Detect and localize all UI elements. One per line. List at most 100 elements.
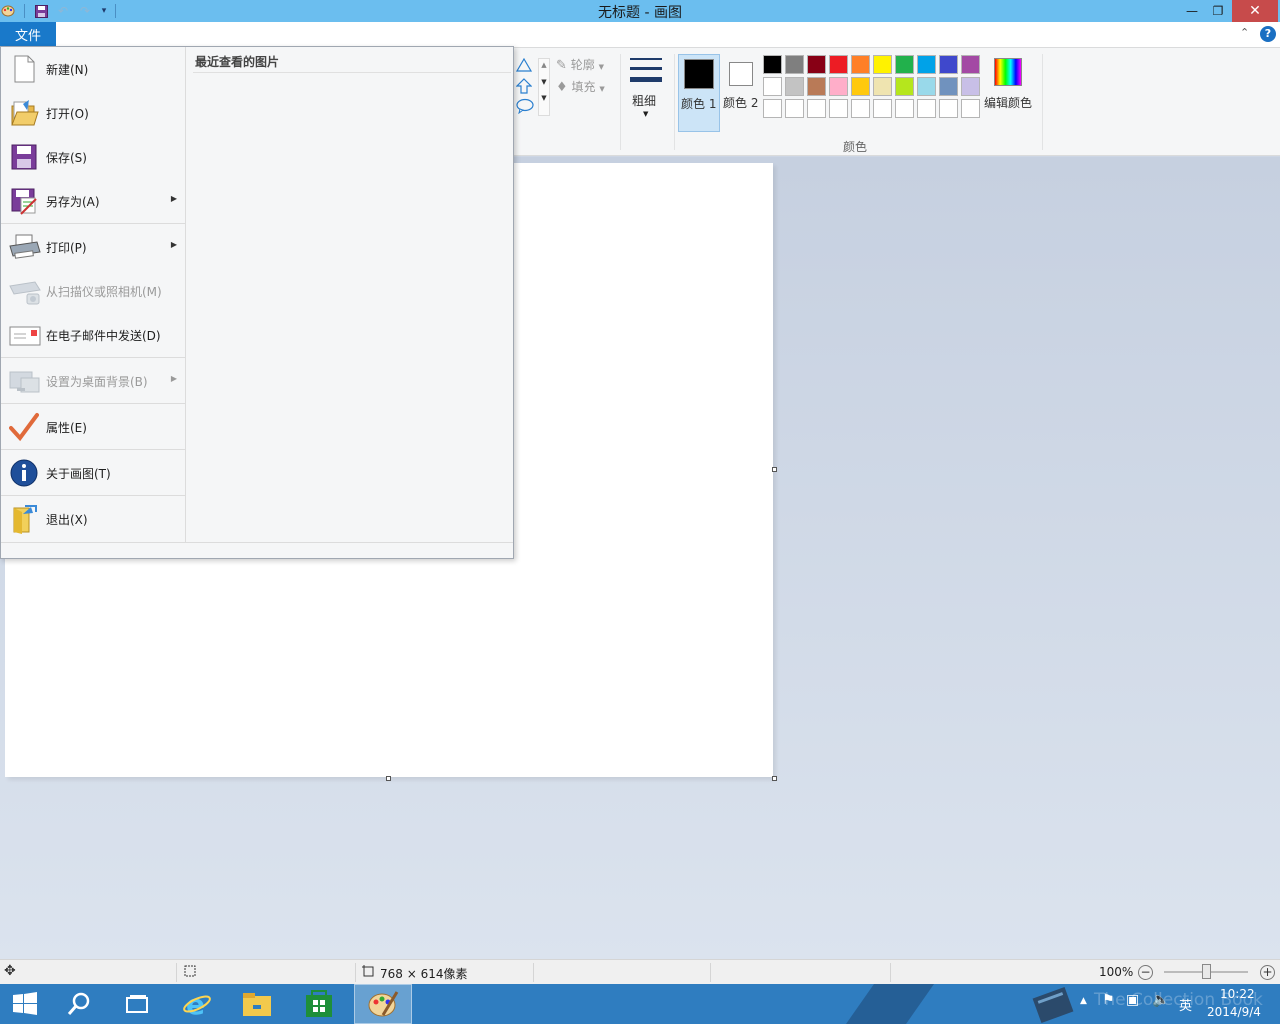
palette-swatch[interactable] — [829, 55, 848, 74]
palette-swatch[interactable] — [829, 77, 848, 96]
menu-item-set-desktop-background[interactable]: 设置为桌面背景(B) ▶ — [1, 359, 186, 403]
resize-handle-corner[interactable] — [772, 776, 777, 781]
palette-swatch[interactable] — [939, 99, 958, 118]
palette-swatch[interactable] — [917, 99, 936, 118]
palette-swatch[interactable] — [763, 77, 782, 96]
task-view-button[interactable] — [108, 984, 166, 1024]
size-button[interactable]: 粗细 ▼ — [626, 52, 666, 124]
tray-expand-icon[interactable]: ▲ — [1080, 996, 1087, 1006]
colors-group-label: 颜色 — [843, 140, 868, 154]
arrow-up-shape-icon[interactable] — [515, 78, 533, 97]
checkmark-icon — [9, 412, 39, 442]
palette-swatch[interactable] — [961, 77, 980, 96]
palette-swatch[interactable] — [895, 55, 914, 74]
close-button[interactable]: ✕ — [1232, 0, 1278, 22]
file-menu-tab[interactable]: 文件 — [0, 22, 56, 46]
color2-button[interactable]: 颜色 2 — [722, 54, 762, 132]
palette-swatch[interactable] — [961, 55, 980, 74]
close-icon: ✕ — [1249, 3, 1261, 19]
palette-swatch[interactable] — [785, 55, 804, 74]
palette-swatch[interactable] — [807, 77, 826, 96]
image-size-icon — [361, 964, 375, 981]
callout-shape-icon[interactable] — [516, 98, 534, 117]
start-icon — [13, 992, 37, 1015]
status-bar: ✥ 768 × 614像素 100% − + — [0, 959, 1280, 984]
palette-swatch[interactable] — [807, 55, 826, 74]
submenu-arrow-icon: ▶ — [170, 194, 177, 203]
menu-item-save-as[interactable]: 另存为(A) ▶ — [1, 179, 186, 223]
internet-explorer-button[interactable]: e — [168, 984, 226, 1024]
store-button[interactable] — [290, 984, 348, 1024]
paint-taskbar-button[interactable] — [354, 984, 412, 1024]
start-button[interactable] — [0, 984, 54, 1024]
fill-button[interactable]: ♦ 填充 ▼ — [556, 78, 605, 95]
palette-swatch[interactable] — [829, 99, 848, 118]
menu-item-print[interactable]: 打印(P) ▶ — [1, 225, 186, 269]
palette-swatch[interactable] — [939, 55, 958, 74]
shapes-scroll[interactable]: ▲ ▼ ▼ — [538, 58, 550, 116]
plus-icon: + — [1262, 965, 1273, 979]
menu-item-save[interactable]: 保存(S) — [1, 135, 186, 179]
zoom-in-button[interactable]: + — [1260, 965, 1275, 980]
palette-swatch[interactable] — [807, 99, 826, 118]
status-separator — [355, 963, 356, 982]
minimize-ribbon-icon[interactable]: ⌃ — [1240, 26, 1249, 39]
palette-swatch[interactable] — [851, 77, 870, 96]
zoom-out-button[interactable]: − — [1138, 965, 1153, 980]
scanner-icon — [9, 276, 41, 306]
palette-swatch[interactable] — [873, 99, 892, 118]
menu-item-label: 保存(S) — [46, 151, 87, 165]
resize-handle-right[interactable] — [772, 467, 777, 472]
ribbon-separator — [1042, 54, 1043, 150]
selection-size-icon — [183, 964, 197, 981]
status-separator — [176, 963, 177, 982]
palette-swatch[interactable] — [785, 77, 804, 96]
palette-swatch[interactable] — [917, 77, 936, 96]
help-icon[interactable]: ? — [1260, 26, 1276, 42]
ribbon-tab-row: ⌃ ? — [0, 22, 1280, 48]
color2-label: 颜色 2 — [723, 96, 759, 110]
palette-swatch[interactable] — [895, 77, 914, 96]
menu-item-send-email[interactable]: 在电子邮件中发送(D) — [1, 313, 186, 357]
menu-item-label: 打开(O) — [46, 107, 89, 121]
triangle-shape-icon[interactable] — [515, 57, 533, 75]
palette-swatch[interactable] — [961, 99, 980, 118]
email-icon — [9, 320, 41, 350]
new-file-icon — [9, 54, 39, 84]
file-explorer-button[interactable] — [228, 984, 286, 1024]
menu-item-open[interactable]: 打开(O) — [1, 91, 186, 135]
edit-colors-button[interactable]: 编辑颜色 — [984, 54, 1038, 132]
taskbar: e ▲ ⚑ ▣ 🔈 英 10:22 2014/9/4 — [0, 984, 1280, 1024]
line-thick-icon — [630, 77, 662, 82]
palette-swatch[interactable] — [873, 77, 892, 96]
menu-separator — [1, 495, 186, 496]
store-icon — [306, 990, 332, 1017]
palette-swatch[interactable] — [917, 55, 936, 74]
palette-swatch[interactable] — [851, 55, 870, 74]
menu-item-from-scanner[interactable]: 从扫描仪或照相机(M) — [1, 269, 186, 313]
restore-button[interactable]: ❐ — [1206, 0, 1230, 22]
recent-pictures-pane: 最近查看的图片 — [187, 47, 513, 542]
palette-swatch[interactable] — [785, 99, 804, 118]
palette-swatch[interactable] — [873, 55, 892, 74]
status-separator — [890, 963, 891, 982]
menu-item-properties[interactable]: 属性(E) — [1, 405, 186, 449]
zoom-slider-thumb[interactable] — [1202, 964, 1211, 979]
menu-item-exit[interactable]: 退出(X) — [1, 497, 186, 541]
palette-swatch[interactable] — [763, 99, 782, 118]
chevron-down-icon: ▼ — [598, 63, 604, 71]
palette-swatch[interactable] — [763, 55, 782, 74]
palette-swatch[interactable] — [939, 77, 958, 96]
save-as-icon — [9, 186, 39, 216]
menu-item-about[interactable]: 关于画图(T) — [1, 451, 186, 495]
minimize-button[interactable]: — — [1180, 0, 1204, 22]
palette-swatch[interactable] — [895, 99, 914, 118]
outline-button[interactable]: ✎ 轮廓 ▼ — [556, 56, 604, 73]
palette-swatch[interactable] — [851, 99, 870, 118]
menu-item-label: 从扫描仪或照相机(M) — [46, 285, 162, 299]
search-button[interactable] — [50, 984, 108, 1024]
submenu-arrow-icon: ▶ — [170, 374, 177, 383]
color1-button[interactable]: 颜色 1 — [678, 54, 720, 132]
resize-handle-bottom[interactable] — [386, 776, 391, 781]
menu-item-new[interactable]: 新建(N) — [1, 47, 186, 91]
